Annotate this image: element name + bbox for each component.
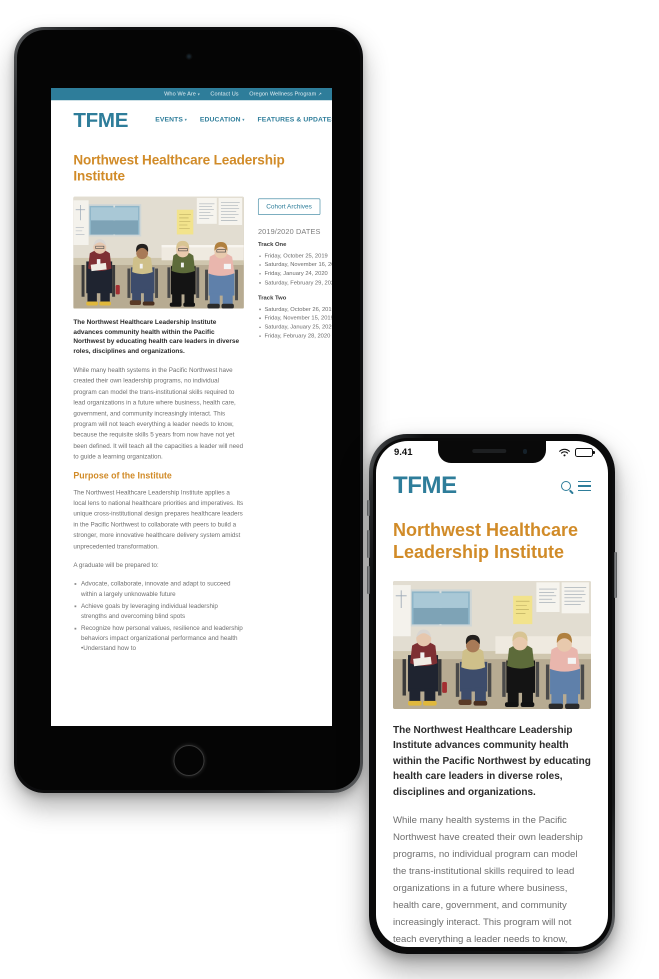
hero-photo [393, 580, 591, 709]
list-item: Achieve goals by leveraging individual l… [73, 601, 244, 621]
discussion-circle-photo-icon [73, 196, 244, 309]
topbar-label: Who We Are [164, 90, 196, 98]
chevron-down-icon: ▾ [197, 92, 200, 97]
hero-photo [73, 196, 244, 309]
site-logo[interactable]: TFME [73, 109, 128, 130]
phone-header-actions [561, 480, 591, 492]
chevron-down-icon: ▾ [184, 117, 187, 123]
list-item: Saturday, November 16, 2019 [258, 260, 332, 269]
sidebar: Cohort Archives 2019/2020 DATES Track On… [257, 197, 332, 348]
phone-status-bar: 9.41 [376, 441, 608, 463]
topbar-link-oregon-wellness-program[interactable]: Oregon Wellness Program ↗ [249, 91, 322, 97]
nav-item-events[interactable]: EVENTS ▾ [155, 116, 187, 123]
chevron-down-icon: ▾ [242, 117, 245, 123]
outcomes-list: Advocate, collaborate, innovate and adap… [73, 579, 244, 654]
list-item: Friday, February 28, 2020 [258, 332, 332, 341]
list-item: Friday, January 24, 2020 [258, 269, 332, 278]
phone-power-button[interactable] [614, 552, 617, 598]
wifi-glyph [559, 448, 570, 456]
nav-label: FEATURES & UPDATES [257, 116, 332, 124]
discussion-circle-photo-icon [393, 580, 591, 709]
tablet-screen: Who We Are ▾ Contact Us Oregon Wellness P… [51, 88, 332, 726]
device-mockup-scene: Who We Are ▾ Contact Us Oregon Wellness P… [0, 0, 659, 979]
phone-mute-switch[interactable] [367, 500, 370, 516]
main-navigation: EVENTS▾ EDUCATION▾ FEATURES & UPDATES DO… [155, 116, 332, 123]
phone-bezel: 9.41 TFME Northwest Healthcare Leadershi… [372, 437, 612, 951]
track-two-heading: Track Two [257, 294, 287, 302]
tablet-bezel: Who We Are ▾ Contact Us Oregon Wellness P… [17, 30, 360, 790]
track-two-dates: Saturday, October 26, 2019 Friday, Novem… [258, 305, 332, 341]
content-columns: The Northwest Healthcare Leadership Inst… [73, 196, 332, 661]
main-column: The Northwest Healthcare Leadership Inst… [73, 196, 244, 661]
search-icon[interactable] [561, 481, 571, 491]
list-item: Saturday, October 26, 2019 [258, 305, 332, 314]
page-title: Northwest Healthcare Leadership Institut… [393, 520, 579, 562]
list-item: Recognize how personal values, resilienc… [73, 623, 244, 654]
nav-label: EVENTS [155, 116, 183, 124]
phone-site-header: TFME [376, 463, 608, 500]
lead-paragraph: The Northwest Healthcare Leadership Inst… [73, 318, 240, 356]
page-title: Northwest Healthcare Leadership Institut… [73, 152, 285, 184]
site-logo[interactable]: TFME [393, 472, 457, 500]
dates-heading: 2019/2020 DATES [257, 227, 321, 236]
tablet-device: Who We Are ▾ Contact Us Oregon Wellness P… [14, 27, 363, 793]
status-time: 9.41 [394, 446, 413, 458]
topbar-link-contact-us[interactable]: Contact Us [210, 91, 238, 97]
utility-navigation-bar: Who We Are ▾ Contact Us Oregon Wellness P… [51, 88, 332, 101]
page-content: Northwest Healthcare Leadership Institut… [51, 139, 332, 661]
external-link-icon: ↗ [318, 91, 323, 97]
status-indicators [559, 447, 595, 457]
topbar-link-who-we-are[interactable]: Who We Are ▾ [164, 91, 200, 97]
battery-icon [575, 447, 595, 457]
topbar-label: Oregon Wellness Program [249, 90, 317, 98]
list-item: Friday, November 15, 2019 [258, 314, 332, 323]
list-item: Friday, October 25, 2019 [258, 251, 332, 260]
wifi-icon [559, 448, 570, 457]
graduate-intro: A graduate will be prepared to: [73, 561, 159, 569]
track-one-dates: Friday, October 25, 2019 Saturday, Novem… [258, 251, 332, 287]
tablet-front-camera-icon [186, 54, 191, 59]
intro-paragraph: While many health systems in the Pacific… [73, 366, 244, 461]
nav-item-education[interactable]: EDUCATION ▾ [200, 116, 245, 123]
topbar-label: Contact Us [210, 90, 239, 98]
track-one-heading: Track One [257, 241, 287, 248]
nav-label: EDUCATION [199, 116, 241, 124]
phone-screen: 9.41 TFME Northwest Healthcare Leadershi… [376, 441, 608, 947]
tablet-webpage: Who We Are ▾ Contact Us Oregon Wellness P… [51, 88, 332, 662]
site-header: TFME EVENTS ▾ EDUCATION ▾ FEATURES & UPDAT… [51, 100, 332, 140]
hamburger-menu-icon[interactable] [578, 480, 591, 492]
cohort-archives-button[interactable]: Cohort Archives [257, 198, 321, 216]
phone-volume-down-button[interactable] [367, 566, 370, 594]
purpose-paragraph: The Northwest Healthcare Leadership Inst… [73, 488, 244, 550]
section-heading-purpose: Purpose of the Institute [73, 470, 172, 481]
tablet-home-button[interactable] [173, 745, 204, 776]
list-item: Saturday, February 29, 2020 [258, 278, 332, 287]
list-item: Saturday, January 25, 2020 [258, 323, 332, 332]
phone-page-content: Northwest Healthcare Leadership Institut… [376, 500, 608, 947]
phone-volume-up-button[interactable] [367, 530, 370, 558]
intro-paragraph: While many health systems in the Pacific… [393, 815, 583, 945]
nav-item-features-updates[interactable]: FEATURES & UPDATES [258, 116, 332, 123]
lead-paragraph: The Northwest Healthcare Leadership Inst… [393, 724, 591, 798]
list-item: Advocate, collaborate, innovate and adap… [73, 579, 244, 599]
phone-device: 9.41 TFME Northwest Healthcare Leadershi… [367, 434, 617, 954]
